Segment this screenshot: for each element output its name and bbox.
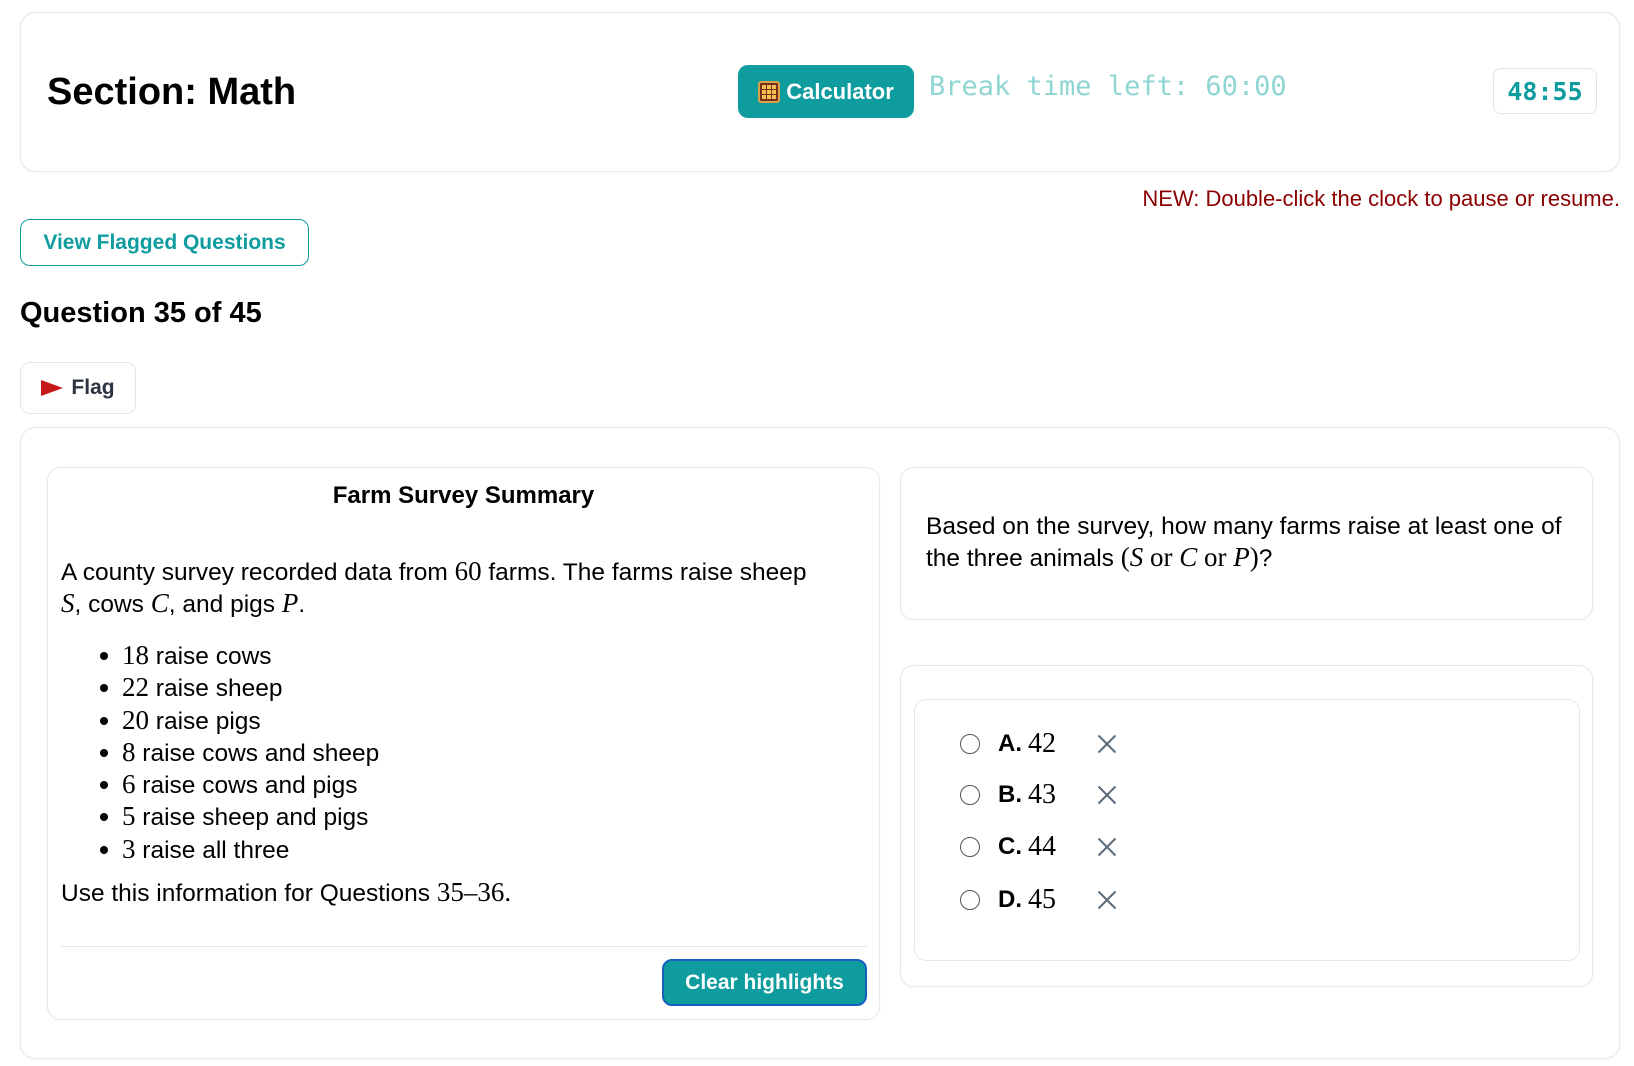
list-item: 3 raise all three (100, 834, 379, 866)
calculator-button[interactable]: Calculator (738, 65, 914, 118)
passage-footer: Use this information for Questions 35–36… (61, 877, 512, 907)
choice-b[interactable]: B. 43 (960, 777, 1056, 813)
list-item: 22 raise sheep (100, 672, 379, 704)
survey-facts-list: 18 raise cows 22 raise sheep 20 raise pi… (100, 640, 379, 866)
timer-clock[interactable]: 48:55 (1493, 68, 1597, 114)
passage-title: Farm Survey Summary (332, 482, 595, 509)
calculator-icon (758, 80, 781, 103)
list-item: 20 raise pigs (100, 705, 379, 737)
choice-a[interactable]: A. 42 (960, 726, 1056, 762)
list-item: 18 raise cows (100, 640, 379, 672)
list-item: 8 raise cows and sheep (100, 737, 379, 769)
header-bar: Section: Math Calculator Break time left… (20, 12, 1620, 172)
question-prompt-panel: Based on the survey, how many farms rais… (900, 467, 1593, 620)
flag-icon (41, 380, 64, 396)
strike-x-icon[interactable] (1095, 732, 1119, 756)
question-text: Based on the survey, how many farms rais… (926, 513, 1562, 572)
choice-c[interactable]: C. 44 (960, 829, 1056, 865)
divider (61, 946, 867, 947)
radio-button[interactable] (960, 734, 980, 754)
flag-button[interactable]: Flag (20, 362, 136, 414)
list-item: 5 raise sheep and pigs (100, 801, 379, 833)
strike-x-icon[interactable] (1095, 835, 1119, 859)
clear-highlights-button[interactable]: Clear highlights (662, 959, 867, 1006)
radio-button[interactable] (960, 785, 980, 805)
passage-intro: A county survey recorded data from 60 fa… (61, 556, 807, 618)
list-item: 6 raise cows and pigs (100, 769, 379, 801)
section-title: Section: Math (47, 71, 297, 113)
calculator-label: Calculator (786, 78, 894, 104)
view-flagged-questions-button[interactable]: View Flagged Questions (20, 219, 309, 266)
strike-x-icon[interactable] (1095, 888, 1119, 912)
question-number: Question 35 of 45 (20, 297, 262, 329)
radio-button[interactable] (960, 890, 980, 910)
strike-x-icon[interactable] (1095, 783, 1119, 807)
break-time-text: Break time left: 60:00 (929, 71, 1287, 102)
choice-d[interactable]: D. 45 (960, 882, 1056, 918)
radio-button[interactable] (960, 837, 980, 857)
passage-panel: Farm Survey Summary A county survey reco… (47, 467, 880, 1020)
flag-label: Flag (71, 376, 115, 399)
clock-notice: NEW: Double-click the clock to pause or … (1142, 186, 1620, 211)
